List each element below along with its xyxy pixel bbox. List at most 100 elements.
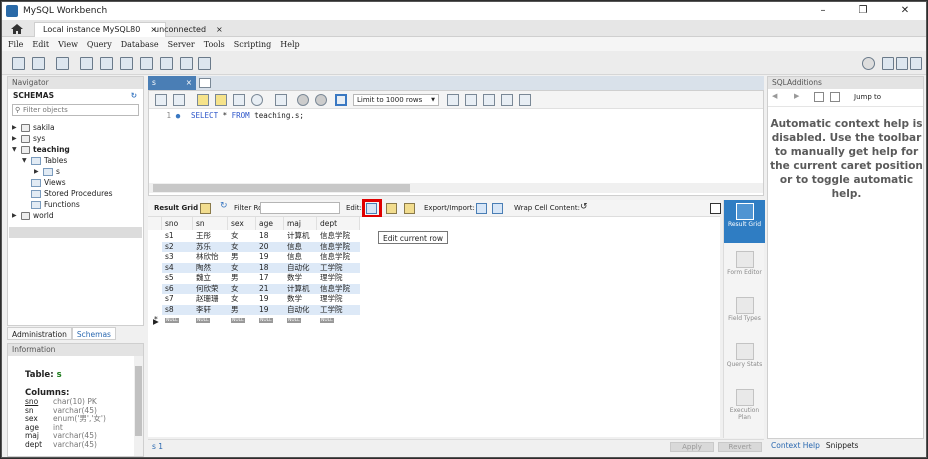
- wrap-cell-icon[interactable]: ↺: [580, 202, 588, 213]
- tab-close-icon[interactable]: ×: [216, 23, 223, 37]
- form-editor-button[interactable]: Form Editor: [724, 251, 765, 277]
- new-row-cell-sno[interactable]: NULL: [162, 315, 179, 326]
- tab-context-help[interactable]: Context Help: [771, 439, 820, 453]
- cell-sex[interactable]: 男: [228, 305, 239, 316]
- collapse-arrow-icon[interactable]: ▼: [12, 144, 18, 155]
- collapse-arrow-icon[interactable]: ▼: [22, 155, 28, 166]
- menu-scripting[interactable]: Scripting: [234, 40, 272, 49]
- create-table-icon[interactable]: [100, 57, 113, 70]
- insert-row-icon[interactable]: [386, 203, 397, 214]
- cell-sno[interactable]: s1: [162, 231, 174, 242]
- menu-tools[interactable]: Tools: [204, 40, 225, 49]
- limit-rows-select[interactable]: Limit to 1000 rows ▼: [353, 94, 439, 106]
- cell-sno[interactable]: s4: [162, 263, 174, 274]
- create-procedure-icon[interactable]: [140, 57, 153, 70]
- cell-maj[interactable]: 自动化: [284, 305, 310, 316]
- menu-query[interactable]: Query: [87, 40, 112, 49]
- create-view-icon[interactable]: [120, 57, 133, 70]
- cell-sex[interactable]: 女: [228, 263, 239, 274]
- menu-help[interactable]: Help: [280, 40, 299, 49]
- execute-current-icon[interactable]: [215, 94, 227, 106]
- sql-tab-close-icon[interactable]: ×: [186, 76, 192, 90]
- cell-age[interactable]: 18: [256, 231, 269, 242]
- cell-sex[interactable]: 女: [228, 242, 239, 253]
- cell-sno[interactable]: s6: [162, 284, 174, 295]
- cell-dept[interactable]: 信息学院: [317, 231, 350, 242]
- save-icon[interactable]: [173, 94, 185, 106]
- cell-age[interactable]: 20: [256, 242, 269, 253]
- word-wrap-icon[interactable]: [519, 94, 531, 106]
- autocommit-icon[interactable]: [335, 94, 347, 106]
- preferences-gear-icon[interactable]: [862, 57, 875, 70]
- result-tab-s1[interactable]: s 1: [152, 442, 163, 451]
- commit-icon[interactable]: [297, 94, 309, 106]
- tree-item-tables[interactable]: ▼ Tables: [22, 155, 67, 166]
- tree-item-table-s[interactable]: ▶ s: [34, 166, 60, 177]
- column-header-sno[interactable]: sno: [162, 217, 193, 230]
- cell-sn[interactable]: 赵珊珊: [193, 294, 219, 305]
- cell-maj[interactable]: 自动化: [284, 263, 310, 274]
- toggle-panel-icon[interactable]: [710, 203, 721, 214]
- revert-button[interactable]: Revert: [718, 442, 762, 452]
- create-schema-icon[interactable]: [80, 57, 93, 70]
- new-row-cell-dept[interactable]: NULL: [317, 315, 334, 326]
- cell-sn[interactable]: 魏立: [193, 273, 211, 284]
- cell-sex[interactable]: 女: [228, 294, 239, 305]
- stop-icon[interactable]: [251, 94, 263, 106]
- search-table-data-icon[interactable]: [180, 57, 193, 70]
- cell-sex[interactable]: 男: [228, 252, 239, 263]
- filter-objects-input[interactable]: ⚲ Filter objects: [12, 104, 139, 116]
- tree-item-sakila[interactable]: ▶ sakila: [12, 122, 55, 133]
- delete-row-icon[interactable]: [404, 203, 415, 214]
- manual-help-icon[interactable]: [814, 92, 824, 102]
- column-header-sex[interactable]: sex: [228, 217, 256, 230]
- cell-age[interactable]: 17: [256, 273, 269, 284]
- auto-help-icon[interactable]: [830, 92, 840, 102]
- cell-maj[interactable]: 数学: [284, 273, 302, 284]
- menu-edit[interactable]: Edit: [32, 40, 49, 49]
- new-row-cell-age[interactable]: NULL: [256, 315, 273, 326]
- execute-icon[interactable]: [197, 94, 209, 106]
- tree-item-functions[interactable]: Functions: [31, 199, 80, 210]
- cell-dept[interactable]: 信息学院: [317, 284, 350, 295]
- column-header-dept[interactable]: dept: [317, 217, 360, 230]
- tab-snippets[interactable]: Snippets: [826, 439, 859, 453]
- cell-sex[interactable]: 女: [228, 231, 239, 242]
- find-icon[interactable]: [483, 94, 495, 106]
- tree-item-stored-procedures[interactable]: Stored Procedures: [31, 188, 113, 199]
- export-icon[interactable]: [476, 203, 487, 214]
- cell-age[interactable]: 19: [256, 305, 269, 316]
- editor-hscrollbar[interactable]: [149, 183, 763, 193]
- tree-item-sys[interactable]: ▶ sys: [12, 133, 45, 144]
- cell-age[interactable]: 18: [256, 263, 269, 274]
- menu-view[interactable]: View: [58, 40, 78, 49]
- cell-sno[interactable]: s3: [162, 252, 174, 263]
- invisible-chars-icon[interactable]: [501, 94, 513, 106]
- jump-to-label[interactable]: Jump to: [854, 93, 881, 101]
- grid-view-icon[interactable]: [200, 203, 211, 214]
- menu-server[interactable]: Server: [168, 40, 195, 49]
- tab-unconnected[interactable]: unconnected ×: [146, 22, 231, 37]
- create-function-icon[interactable]: [160, 57, 173, 70]
- field-types-button[interactable]: Field Types: [724, 297, 765, 323]
- query-stats-button[interactable]: Query Stats: [724, 343, 765, 369]
- cell-sex[interactable]: 女: [228, 284, 239, 295]
- tree-item-world[interactable]: ▶ world: [12, 210, 54, 221]
- code-line[interactable]: 1 ● SELECT * FROM teaching.s;: [149, 111, 303, 120]
- reconnect-icon[interactable]: [198, 57, 211, 70]
- cell-sn[interactable]: 李轩: [193, 305, 211, 316]
- scroll-thumb[interactable]: [135, 366, 142, 436]
- column-header-maj[interactable]: maj: [284, 217, 317, 230]
- forward-icon[interactable]: ▶: [794, 92, 799, 100]
- new-row-cell-maj[interactable]: NULL: [284, 315, 301, 326]
- column-header-sn[interactable]: sn: [193, 217, 228, 230]
- tab-schemas[interactable]: Schemas: [71, 327, 116, 340]
- apply-button[interactable]: Apply: [670, 442, 714, 452]
- expand-arrow-icon[interactable]: ▶: [12, 122, 18, 133]
- result-grid-view-button[interactable]: Result Grid: [724, 200, 765, 243]
- toggle-sidebar-icon[interactable]: [882, 57, 894, 70]
- cell-dept[interactable]: 工学院: [317, 263, 343, 274]
- cell-dept[interactable]: 信息学院: [317, 242, 350, 253]
- expand-arrow-icon[interactable]: ▶: [12, 210, 18, 221]
- cell-dept[interactable]: 理学院: [317, 273, 343, 284]
